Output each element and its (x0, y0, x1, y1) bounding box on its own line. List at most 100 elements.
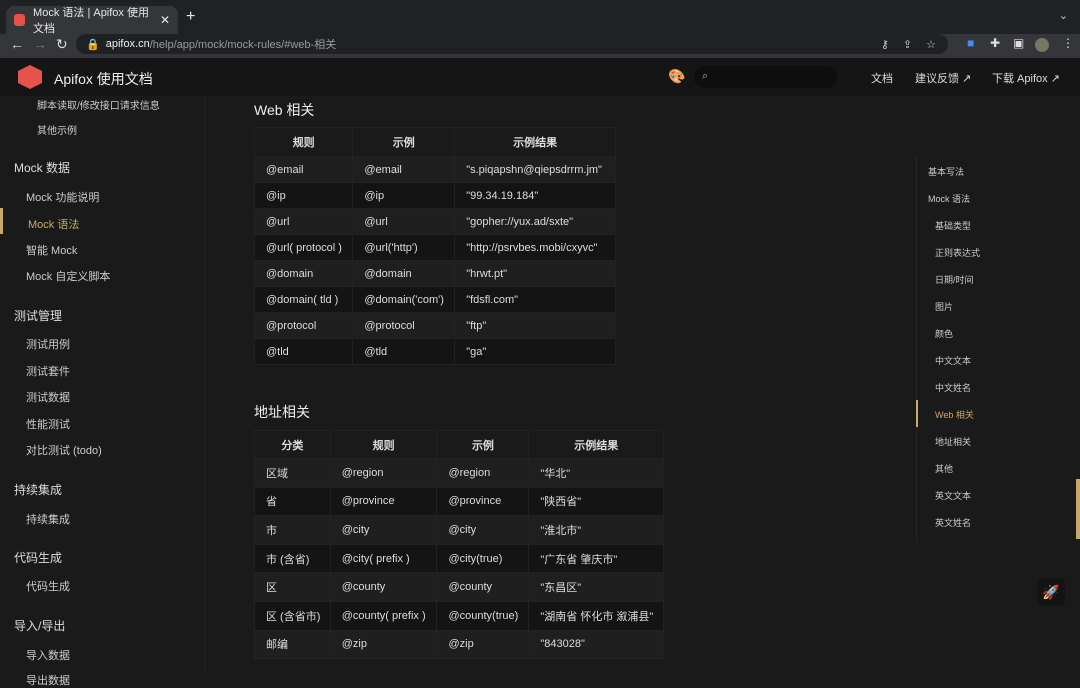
back-icon[interactable]: ← (10, 36, 24, 52)
nav-download[interactable]: 下载 Apifox ↗ (992, 70, 1060, 86)
sidebar-item[interactable]: 测试用例 (26, 336, 70, 352)
toc-item[interactable]: 颜色 (935, 327, 953, 340)
table-cell: @zip (437, 630, 529, 659)
table-row: @domain( tld )@domain('com')"fdsfl.com" (255, 287, 616, 313)
toc-item[interactable]: Mock 语法 (928, 192, 970, 205)
toc-item[interactable]: 其他 (935, 462, 953, 475)
table-row: @url@url"gopher://yux.ad/sxte" (255, 209, 616, 235)
table-cell: @domain('com') (353, 287, 455, 313)
sidebar-item[interactable]: 测试套件 (26, 363, 70, 379)
column-header: 示例 (353, 128, 455, 157)
toc-item[interactable]: 英文姓名 (935, 516, 971, 529)
sidebar-item[interactable]: Mock 自定义脚本 (26, 268, 110, 284)
sidebar-item[interactable]: 其他示例 (37, 122, 77, 137)
search-icon: ⌕ (702, 70, 708, 82)
toc-item[interactable]: 图片 (935, 300, 953, 313)
toc-item[interactable]: 正则表达式 (935, 246, 980, 259)
sidebar-item[interactable]: 对比测试 (todo) (26, 442, 102, 458)
table-cell: "hrwt.pt" (455, 261, 616, 287)
table-cell: 区 (含省市) (255, 601, 331, 630)
table-cell: "s.piqapshn@qiepsdrrm.jm" (455, 157, 616, 183)
back-to-top-rocket-icon[interactable]: 🚀 (1037, 578, 1065, 606)
reload-icon[interactable]: ↻ (56, 36, 68, 53)
table-cell: "东昌区" (529, 573, 664, 602)
scrollbar-thumb[interactable] (1076, 479, 1080, 539)
section-title-address: 地址相关 (254, 402, 310, 422)
sidebar-item[interactable]: Mock 功能说明 (26, 189, 99, 205)
browser-tab[interactable]: Mock 语法 | Apifox 使用文档✕ (6, 6, 178, 34)
table-cell: @county (437, 573, 529, 602)
table-cell: 省 (255, 487, 331, 516)
table-row: @protocol@protocol"ftp" (255, 313, 616, 339)
apifox-logo-icon[interactable] (18, 65, 42, 89)
table-cell: @zip (330, 630, 437, 659)
extension-icon[interactable]: ■ (967, 36, 974, 50)
table-cell: @county( prefix ) (330, 601, 437, 630)
key-icon[interactable]: ⚷ (881, 38, 889, 51)
table-row: @url( protocol )@url('http')"http://psrv… (255, 235, 616, 261)
palette-icon[interactable]: 🎨 (668, 68, 685, 85)
new-tab-button[interactable]: + (186, 8, 195, 26)
star-icon[interactable]: ☆ (926, 38, 936, 51)
sidepanel-icon[interactable]: ▣ (1013, 36, 1024, 50)
nav-docs[interactable]: 文档 (871, 70, 893, 86)
lock-icon: 🔒 (86, 38, 100, 51)
sidebar-group-title[interactable]: 持续集成 (14, 481, 62, 498)
avatar[interactable] (1035, 38, 1049, 52)
menu-icon[interactable]: ⋮ (1062, 36, 1074, 50)
sidebar-item[interactable]: 脚本读取/修改接口请求信息 (37, 97, 160, 112)
sidebar-item-active[interactable]: Mock 语法 (28, 216, 79, 232)
sidebar-item[interactable]: 测试数据 (26, 389, 70, 405)
toc-item[interactable]: 日期/时间 (935, 273, 974, 286)
table-row: 区域@region@region"华北" (255, 459, 664, 488)
table-cell: @province (330, 487, 437, 516)
forward-icon[interactable]: → (33, 36, 47, 52)
sidebar-item[interactable]: 代码生成 (26, 578, 70, 594)
sidebar-group-title[interactable]: Mock 数据 (14, 159, 70, 176)
toc-item[interactable]: 地址相关 (935, 435, 971, 448)
table-cell: 区域 (255, 459, 331, 488)
table-cell: "fdsfl.com" (455, 287, 616, 313)
favicon-icon (14, 14, 25, 26)
sidebar-item[interactable]: 性能测试 (26, 416, 70, 432)
table-cell: @url( protocol ) (255, 235, 353, 261)
tab-list-chevron-icon[interactable]: ⌄ (1059, 9, 1068, 22)
toc-item[interactable]: Web 相关 (935, 408, 974, 421)
table-of-contents: 基本写法Mock 语法基础类型正则表达式日期/时间图片颜色中文文本中文姓名Web… (916, 157, 917, 542)
table-cell: @protocol (353, 313, 455, 339)
sidebar-item[interactable]: 导出数据 (26, 672, 70, 688)
column-header: 规则 (255, 128, 353, 157)
toc-item[interactable]: 中文姓名 (935, 381, 971, 394)
web-table: 规则示例示例结果 @email@email"s.piqapshn@qiepsdr… (254, 127, 616, 365)
column-header: 示例 (437, 431, 529, 459)
toc-item[interactable]: 基本写法 (928, 165, 964, 178)
toc-item[interactable]: 英文文本 (935, 489, 971, 502)
nav-feedback[interactable]: 建议反馈 ↗ (915, 70, 971, 86)
column-header: 示例结果 (529, 431, 664, 459)
url-input[interactable]: 🔒apifox.cn/help/app/mock/mock-rules/#web… (76, 34, 948, 54)
puzzle-icon[interactable]: ✚ (990, 36, 1000, 50)
sidebar-group-title[interactable]: 导入/导出 (14, 617, 65, 634)
table-cell: @email (255, 157, 353, 183)
table-cell: @region (437, 459, 529, 488)
search-input[interactable]: ⌕ (694, 66, 837, 88)
sidebar-item[interactable]: 导入数据 (26, 647, 70, 663)
sidebar-group-title[interactable]: 代码生成 (14, 549, 62, 566)
toc-active-indicator (916, 400, 918, 427)
sidebar-group-title[interactable]: 测试管理 (14, 307, 62, 324)
address-bar-row: ← → ↻ 🔒apifox.cn/help/app/mock/mock-rule… (0, 34, 1080, 58)
table-cell: @domain( tld ) (255, 287, 353, 313)
sidebar-item[interactable]: 智能 Mock (26, 242, 77, 258)
close-tab-icon[interactable]: ✕ (160, 13, 170, 27)
toc-item[interactable]: 中文文本 (935, 354, 971, 367)
table-cell: @province (437, 487, 529, 516)
sidebar-item[interactable]: 持续集成 (26, 511, 70, 527)
share-icon[interactable]: ⇪ (903, 38, 912, 51)
toc-item[interactable]: 基础类型 (935, 219, 971, 232)
table-cell: @email (353, 157, 455, 183)
site-brand[interactable]: Apifox 使用文档 (54, 69, 153, 89)
column-header: 分类 (255, 431, 331, 459)
table-row: 省@province@province"陕西省" (255, 487, 664, 516)
sidebar: 脚本读取/修改接口请求信息 其他示例 Mock 数据 Mock 功能说明 Moc… (0, 96, 205, 675)
table-row: 区@county@county"东昌区" (255, 573, 664, 602)
